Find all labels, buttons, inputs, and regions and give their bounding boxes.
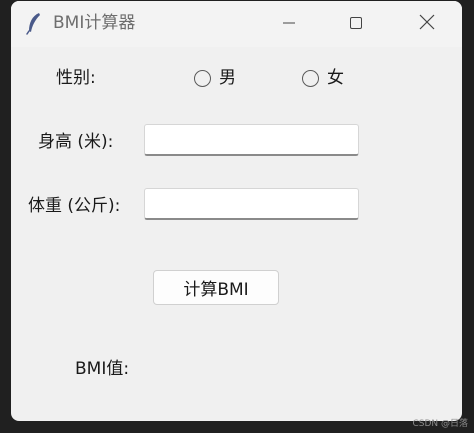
close-icon: [419, 14, 435, 34]
maximize-icon: [349, 15, 363, 34]
gender-radio-female[interactable]: 女: [302, 68, 344, 88]
minimize-button[interactable]: [259, 1, 319, 47]
close-button[interactable]: [397, 1, 457, 47]
window-title: BMI计算器: [53, 13, 136, 33]
radio-circle[interactable]: [302, 69, 319, 87]
gender-label: 性别:: [56, 68, 96, 88]
minimize-icon: [282, 15, 296, 34]
bmi-result-label: BMI值:: [75, 359, 130, 379]
weight-label: 体重 (公斤):: [28, 196, 121, 216]
maximize-button[interactable]: [326, 1, 386, 47]
feather-icon: [25, 11, 43, 35]
watermark: CSDN @日落: [412, 419, 468, 429]
gender-radio-male[interactable]: 男: [194, 68, 236, 88]
radio-label-male: 男: [219, 68, 236, 88]
calculate-bmi-button[interactable]: 计算BMI: [153, 270, 279, 305]
weight-input[interactable]: [144, 188, 359, 220]
title-bar[interactable]: BMI计算器: [11, 1, 462, 47]
height-input[interactable]: [144, 124, 359, 156]
height-label: 身高 (米):: [38, 132, 114, 152]
radio-circle[interactable]: [194, 69, 211, 87]
app-window: BMI计算器 性别: 男 女 身高 (米): 体重 (公斤): 计算BMI BM…: [11, 1, 462, 421]
radio-label-female: 女: [327, 68, 344, 88]
